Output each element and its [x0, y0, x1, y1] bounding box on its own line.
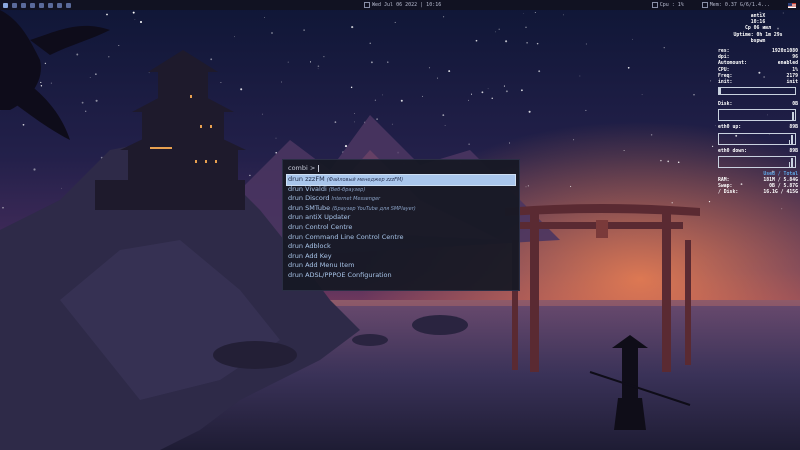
- cpu-usage-bar: [718, 87, 796, 96]
- conky-info-rows: res: 1920x1080 dpi: 96 Automount: enabled C…: [718, 49, 798, 86]
- workspace-3-icon[interactable]: [21, 2, 26, 8]
- system-tray: Cpu : 1% Mem: 0.37 G/6/1.4...: [651, 0, 796, 10]
- launcher-result-item[interactable]: drun Discord Internet Messenger: [287, 194, 515, 204]
- result-comment: Internet Messenger: [331, 196, 381, 203]
- conky-system-monitor: antiX 10:16 Ср 06 июл Uptime: 0h 1m 29s …: [718, 14, 798, 196]
- result-label: drun Adblock: [288, 242, 331, 251]
- launcher-result-item[interactable]: drun Vivaldi (Веб-браузер): [287, 185, 515, 195]
- workspace-8-icon[interactable]: [66, 2, 71, 8]
- eth-up-row: eth0 up: 89B: [718, 125, 798, 131]
- result-comment: (Веб-браузер): [328, 186, 366, 193]
- disk-activity-graph: [718, 109, 796, 122]
- launcher-result-item[interactable]: drun Add Key: [287, 252, 515, 262]
- launcher-prompt-row: combi >: [288, 163, 500, 173]
- memory-text: Mem: 0.37 G/6/1.4...: [709, 2, 770, 8]
- launcher-result-item[interactable]: drun zzzFM (Файловый менеджер zzzFM): [286, 174, 516, 186]
- result-label: drun Command Line Control Centre: [288, 232, 404, 241]
- result-label: drun Vivaldi: [288, 184, 327, 193]
- eth-down-graph: [718, 155, 796, 168]
- memory-indicator[interactable]: Mem: 0.37 G/6/1.4...: [701, 0, 770, 10]
- workspace-6-icon[interactable]: [48, 2, 53, 8]
- result-label: drun Discord: [288, 194, 330, 203]
- conky-row: init: init: [718, 79, 798, 85]
- result-label: drun Control Centre: [288, 222, 353, 231]
- workspace-5-icon[interactable]: [39, 2, 44, 8]
- workspace-1-icon[interactable]: [3, 2, 8, 8]
- cpu-indicator[interactable]: Cpu : 1%: [651, 0, 684, 10]
- result-label: drun zzzFM: [288, 175, 325, 183]
- result-label: drun ADSL/PPPOE Configuration: [288, 270, 392, 279]
- workspace-2-icon[interactable]: [12, 2, 17, 8]
- eth-down-row: eth0 down: 89B: [718, 148, 798, 154]
- result-label: drun antiX Updater: [288, 213, 351, 222]
- launcher-prompt-label: combi >: [288, 164, 316, 172]
- result-label: drun Add Key: [288, 251, 332, 260]
- cpu-icon: [651, 1, 658, 8]
- launcher-result-item[interactable]: drun Add Menu Item: [287, 261, 515, 271]
- launcher-result-item[interactable]: drun ADSL/PPPOE Configuration: [287, 271, 515, 281]
- clock-text: Wed Jul 06 2022 | 10:16: [372, 2, 442, 8]
- memory-icon: [701, 1, 708, 8]
- eth-up-graph: [718, 132, 796, 145]
- calendar-icon: [364, 1, 370, 8]
- disk-row: Disk: 0B: [718, 102, 798, 108]
- cpu-text: Cpu : 1%: [659, 2, 684, 8]
- launcher-search-input[interactable]: [319, 163, 500, 173]
- workspace-4-icon[interactable]: [30, 2, 35, 8]
- result-label: drun Add Menu Item: [288, 261, 355, 270]
- workspace-7-icon[interactable]: [57, 2, 62, 8]
- keyboard-layout-flag-icon[interactable]: [788, 2, 796, 8]
- result-label: drun SMTube: [288, 203, 331, 212]
- launcher-result-item[interactable]: drun Adblock: [287, 242, 515, 252]
- result-comment: (Файловый менеджер zzzFM): [326, 177, 404, 183]
- workspace-switcher[interactable]: [3, 0, 71, 10]
- result-comment: (Браузер YouTube для SMPlayer): [332, 205, 416, 212]
- launcher-result-item[interactable]: drun Command Line Control Centre: [287, 233, 515, 243]
- launcher-results-list: drun zzzFM (Файловый менеджер zzzFM) drun …: [286, 174, 516, 281]
- launcher-result-item[interactable]: drun antiX Updater: [287, 213, 515, 223]
- root-disk-row: / Disk: 16.1G / 415G: [718, 190, 798, 196]
- clock[interactable]: Wed Jul 06 2022 | 10:16: [364, 0, 454, 10]
- launcher-result-item[interactable]: drun Control Centre: [287, 223, 515, 233]
- launcher-result-item[interactable]: drun SMTube (Браузер YouTube для SMPlayer…: [287, 204, 515, 214]
- top-panel: Wed Jul 06 2022 | 10:16 Cpu : 1% Mem: 0.…: [0, 0, 800, 10]
- rofi-launcher: combi > drun zzzFM (Файловый менеджер zzz…: [282, 159, 520, 291]
